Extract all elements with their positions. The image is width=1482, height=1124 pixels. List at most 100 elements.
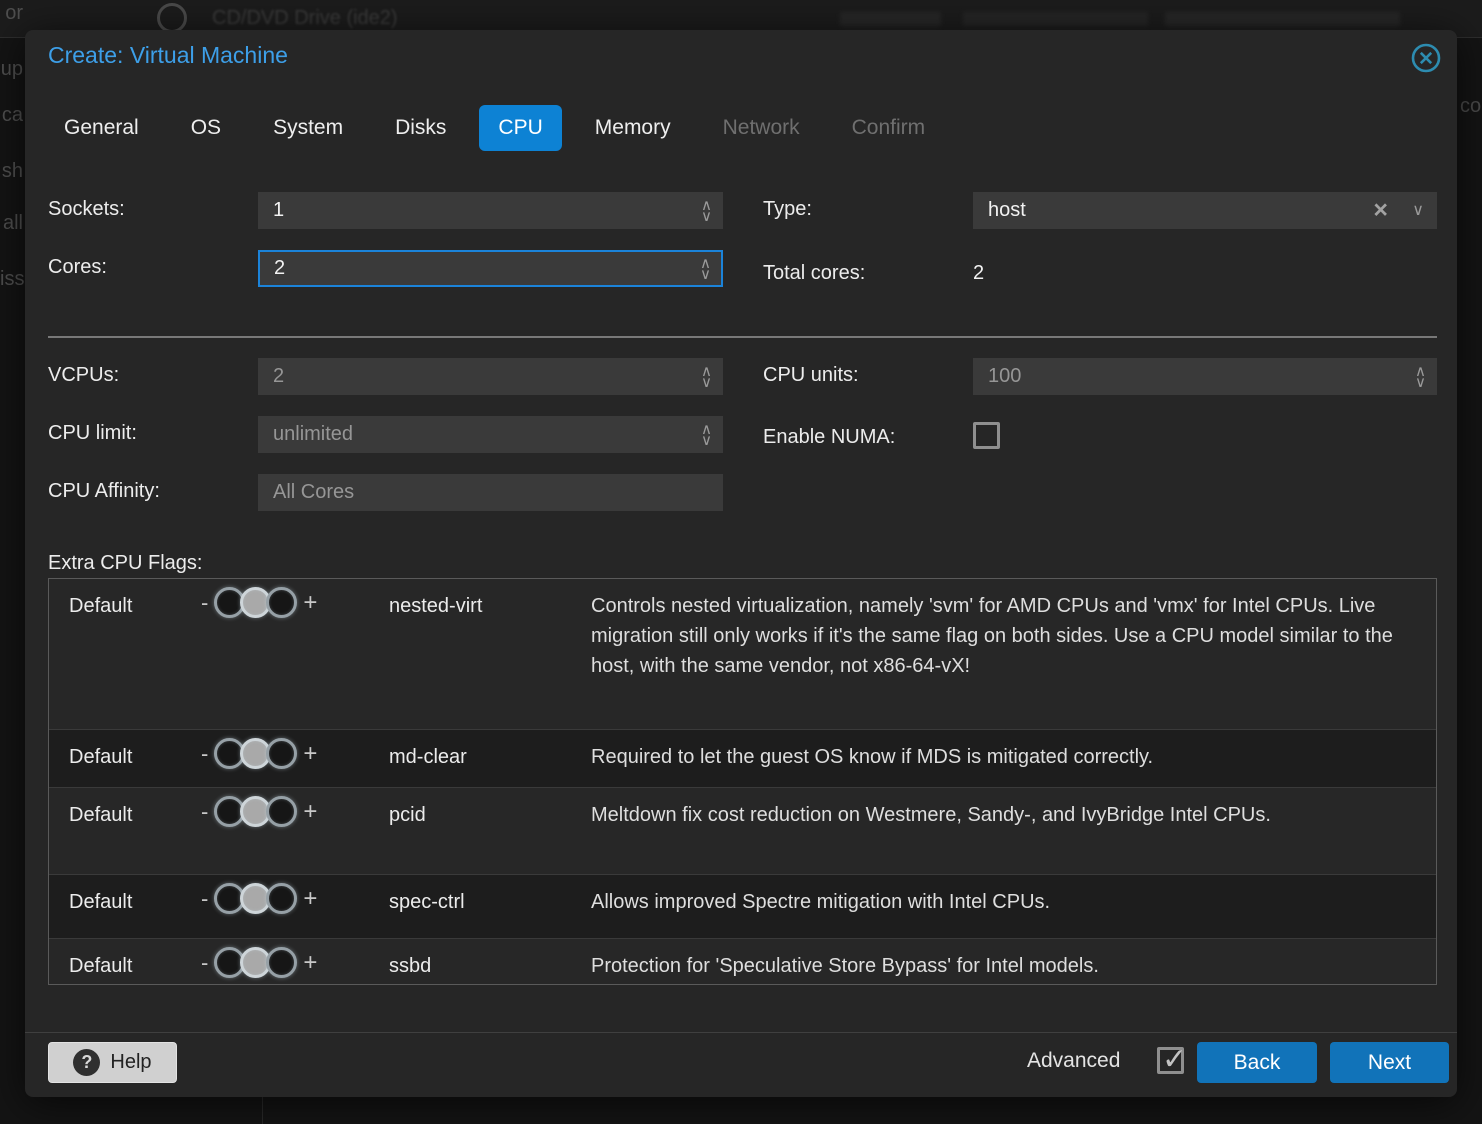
spinner-icons: ∧∨ (1415, 359, 1426, 394)
flag-state: Default (69, 804, 132, 827)
close-button[interactable] (1410, 42, 1442, 74)
plus-icon[interactable]: + (303, 885, 317, 913)
back-button[interactable]: Back (1197, 1042, 1317, 1083)
cpu-units-value: 100 (988, 359, 1021, 394)
spinner-down-icon: ∨ (701, 377, 712, 388)
flag-state: Default (69, 955, 132, 978)
slider-position-yes[interactable] (266, 587, 297, 618)
background-text-fragment: or (0, 2, 23, 25)
total-cores-value: 2 (973, 262, 984, 285)
minus-icon[interactable]: - (201, 950, 208, 976)
question-circle-icon: ? (73, 1049, 100, 1076)
advanced-label: Advanced (1027, 1049, 1120, 1073)
background-illegible-text (840, 12, 1400, 26)
tab-system[interactable]: System (254, 105, 362, 151)
cores-value: 2 (274, 252, 285, 285)
spinner-down-icon: ∨ (1415, 377, 1426, 388)
type-combobox[interactable]: host × ∨ (973, 192, 1437, 229)
plus-icon[interactable]: + (303, 589, 317, 617)
flag-description: Allows improved Spectre mitigation with … (591, 887, 1421, 917)
spinner-icons[interactable]: ∧∨ (701, 193, 712, 228)
next-button[interactable]: Next (1330, 1042, 1449, 1083)
footer-divider (25, 1032, 1457, 1033)
background-text-fragment: co (1460, 95, 1481, 118)
help-button-label: Help (110, 1051, 151, 1074)
flag-name: md-clear (389, 746, 467, 769)
flag-slider[interactable]: - + (201, 738, 317, 769)
tab-cpu[interactable]: CPU (479, 105, 561, 151)
flag-state: Default (69, 746, 132, 769)
minus-icon[interactable]: - (201, 886, 208, 912)
flag-row-pcid: Default - + pcid Meltdown fix cost reduc… (49, 787, 1436, 874)
slider-position-yes[interactable] (266, 796, 297, 827)
background-text-fragment: ca (0, 104, 23, 127)
flag-name: spec-ctrl (389, 891, 465, 914)
flag-description: Required to let the guest OS know if MDS… (591, 742, 1421, 772)
flag-slider[interactable]: - + (201, 947, 317, 978)
spinner-icons: ∧∨ (701, 359, 712, 394)
spinner-icons: ∧∨ (701, 417, 712, 452)
minus-icon[interactable]: - (201, 741, 208, 767)
enable-numa-label: Enable NUMA: (763, 426, 895, 449)
cpu-affinity-field[interactable]: All Cores (258, 474, 723, 511)
cpu-affinity-placeholder: All Cores (273, 475, 354, 510)
total-cores-label: Total cores: (763, 262, 865, 285)
minus-icon[interactable]: - (201, 799, 208, 825)
flag-name: pcid (389, 804, 426, 827)
type-label: Type: (763, 198, 812, 221)
plus-icon[interactable]: + (303, 798, 317, 826)
tab-bar: General OS System Disks CPU Memory Netwo… (45, 105, 944, 151)
flag-state: Default (69, 891, 132, 914)
chevron-down-icon[interactable]: ∨ (1412, 193, 1424, 228)
plus-icon[interactable]: + (303, 740, 317, 768)
tab-os[interactable]: OS (172, 105, 240, 151)
sockets-label: Sockets: (48, 198, 125, 221)
create-vm-dialog: Create: Virtual Machine General OS Syste… (25, 30, 1457, 1097)
cpu-limit-label: CPU limit: (48, 422, 137, 445)
spinner-down-icon: ∨ (700, 269, 711, 280)
flag-row-nested-virt: Default - + nested-virt Controls nested … (49, 579, 1436, 729)
enable-numa-checkbox[interactable] (973, 422, 1000, 449)
help-button[interactable]: ? Help (48, 1042, 177, 1083)
dialog-title: Create: Virtual Machine (48, 42, 288, 69)
tab-confirm: Confirm (833, 105, 945, 151)
flag-description: Protection for 'Speculative Store Bypass… (591, 951, 1421, 981)
minus-icon[interactable]: - (201, 590, 208, 616)
tab-disks[interactable]: Disks (376, 105, 465, 151)
cpu-units-label: CPU units: (763, 364, 859, 387)
clear-icon[interactable]: × (1373, 193, 1388, 228)
flag-row-ssbd: Default - + ssbd Protection for 'Specula… (49, 938, 1436, 985)
cpu-flags-table: Default - + nested-virt Controls nested … (48, 578, 1437, 985)
flag-row-md-clear: Default - + md-clear Required to let the… (49, 729, 1436, 787)
sockets-field[interactable]: 1 ∧∨ (258, 192, 723, 229)
flag-slider[interactable]: - + (201, 587, 317, 618)
spinner-down-icon: ∨ (701, 211, 712, 222)
background-text-fragment: all (0, 212, 23, 235)
cores-label: Cores: (48, 256, 107, 279)
tab-general[interactable]: General (45, 105, 158, 151)
tab-memory[interactable]: Memory (576, 105, 690, 151)
slider-position-yes[interactable] (266, 738, 297, 769)
slider-position-yes[interactable] (266, 883, 297, 914)
flag-slider[interactable]: - + (201, 796, 317, 827)
section-divider (48, 336, 1437, 338)
extra-cpu-flags-label: Extra CPU Flags: (48, 552, 202, 575)
background-text-fragment: sh (0, 160, 23, 183)
spinner-down-icon: ∨ (701, 435, 712, 446)
flag-row-spec-ctrl: Default - + spec-ctrl Allows improved Sp… (49, 874, 1436, 938)
advanced-checkbox[interactable]: ✓ (1157, 1047, 1184, 1074)
flag-state: Default (69, 595, 132, 618)
cores-field[interactable]: 2 ∧∨ (258, 250, 723, 287)
slider-position-yes[interactable] (266, 947, 297, 978)
radio-icon (157, 3, 187, 33)
spinner-icons[interactable]: ∧∨ (700, 252, 711, 285)
background-divider (262, 1097, 263, 1124)
plus-icon[interactable]: + (303, 949, 317, 977)
background-text-fragment: up (0, 58, 23, 81)
background-text-fragment: iss (0, 268, 23, 291)
flag-slider[interactable]: - + (201, 883, 317, 914)
flag-description: Controls nested virtualization, namely '… (591, 591, 1421, 681)
flag-description: Meltdown fix cost reduction on Westmere,… (591, 800, 1421, 830)
background-text-fragment: CD/DVD Drive (ide2) (212, 7, 398, 30)
type-value: host (988, 193, 1026, 228)
